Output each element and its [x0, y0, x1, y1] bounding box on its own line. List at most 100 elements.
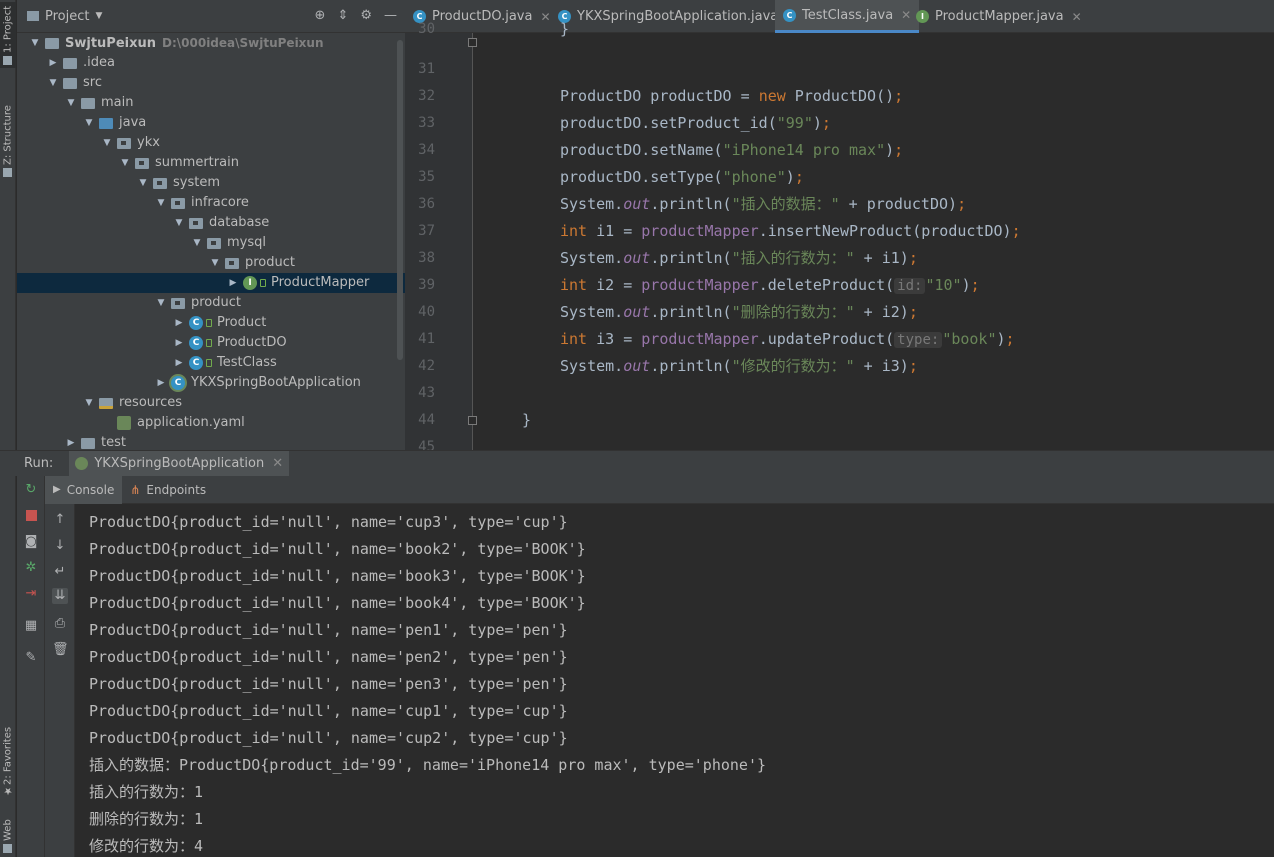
close-icon[interactable]: ✕	[272, 456, 283, 471]
console-output[interactable]: ProductDO{product_id='null', name='cup3'…	[75, 504, 1274, 857]
expanded-arrow-icon[interactable]: ▼	[120, 153, 130, 173]
tree-row[interactable]: ▼ summertrain	[17, 153, 405, 173]
tree-row[interactable]: ▶ .idea	[17, 53, 405, 73]
project-view-selector[interactable]: Project ▼	[17, 9, 102, 24]
run-config-tab[interactable]: YKXSpringBootApplication ✕	[69, 450, 290, 477]
expanded-arrow-icon[interactable]: ▼	[48, 73, 58, 93]
code-line: }	[522, 407, 531, 434]
lock-icon	[260, 279, 266, 287]
tree-row[interactable]: ▼ product	[17, 253, 405, 273]
tab-favorites[interactable]: ★ 2: Favorites	[0, 712, 16, 796]
run-config-name: YKXSpringBootApplication	[94, 456, 265, 471]
code-token: ;	[1011, 222, 1021, 240]
collapsed-arrow-icon[interactable]: ▶	[174, 353, 184, 373]
code-token: out	[623, 195, 651, 213]
expanded-arrow-icon[interactable]: ▼	[84, 393, 94, 413]
code-token: )	[812, 114, 822, 132]
code-token: "修改的行数为："	[731, 357, 855, 375]
arrow-down-icon[interactable]: ↓	[52, 538, 68, 554]
code-line: System.out.println("修改的行数为：" + i3);	[560, 353, 918, 380]
tree-item-label: application.yaml	[137, 415, 245, 430]
tree-row[interactable]: ▼ infracore	[17, 193, 405, 213]
tab-project[interactable]: 1: Project	[0, 2, 16, 68]
arrow-up-icon[interactable]: ↑	[52, 512, 68, 528]
chevron-down-icon: ▼	[95, 11, 103, 21]
tree-row[interactable]: ▼ java	[17, 113, 405, 133]
scroll-to-end-icon[interactable]: ⇊	[52, 588, 68, 604]
exit-icon[interactable]: ⇥	[23, 586, 39, 602]
expanded-arrow-icon[interactable]: ▼	[138, 173, 148, 193]
tab-structure[interactable]: Z: Structure	[0, 96, 16, 180]
tree-row[interactable]: ▼ mysql	[17, 233, 405, 253]
code-token: ;	[970, 276, 980, 294]
expanded-arrow-icon[interactable]: ▼	[156, 193, 166, 213]
code-token: System.	[560, 357, 624, 375]
expanded-arrow-icon[interactable]: ▼	[30, 33, 40, 53]
expanded-arrow-icon[interactable]: ▼	[210, 253, 220, 273]
code-area[interactable]: } ProductDO productDO = new ProductDO(); p…	[405, 0, 1274, 450]
stop-icon[interactable]	[23, 508, 39, 524]
collapsed-arrow-icon[interactable]: ▶	[228, 273, 238, 293]
tree-row[interactable]: ▼ system	[17, 173, 405, 193]
code-token: .println(	[650, 303, 732, 321]
collapsed-arrow-icon[interactable]: ▶	[174, 313, 184, 333]
tree-row[interactable]: ▶ C ProductDO	[17, 333, 405, 353]
expanded-arrow-icon[interactable]: ▼	[66, 93, 76, 113]
pin-icon[interactable]: ✎	[23, 650, 39, 666]
collapsed-arrow-icon[interactable]: ▶	[48, 53, 58, 73]
tree-row[interactable]: ▶ C TestClass	[17, 353, 405, 373]
code-token: + i2)	[854, 303, 909, 321]
tree-row[interactable]: ▶ C Product	[17, 313, 405, 333]
package-icon	[117, 138, 131, 149]
tab-console[interactable]: ▶ Console	[45, 475, 123, 504]
project-scrollbar[interactable]	[397, 40, 403, 360]
collapse-all-icon[interactable]: ⇕	[337, 8, 348, 23]
tree-row[interactable]: ▼ ykx	[17, 133, 405, 153]
console-line: ProductDO{product_id='null', name='pen3'…	[89, 675, 568, 693]
tree-item-label: ProductMapper	[271, 275, 370, 290]
tree-row[interactable]: ▼ main	[17, 93, 405, 113]
tree-item-label: YKXSpringBootApplication	[191, 375, 361, 390]
tab-endpoints[interactable]: ⋔ Endpoints	[122, 476, 214, 504]
tree-row[interactable]: ▼ SwjtuPeixun D:\000idea\SwjtuPeixun	[17, 33, 405, 53]
tab-project-label: 1: Project	[2, 5, 14, 53]
soft-wrap-icon[interactable]: ↵	[52, 564, 68, 580]
restart-icon[interactable]: ✲	[23, 560, 39, 576]
code-token: out	[623, 303, 651, 321]
locate-icon[interactable]: ⊕	[315, 8, 326, 23]
tree-row[interactable]: ▼ product	[17, 293, 405, 313]
expanded-arrow-icon[interactable]: ▼	[174, 213, 184, 233]
tree-item-label: product	[245, 255, 296, 270]
collapsed-arrow-icon[interactable]: ▶	[174, 333, 184, 353]
layout-icon[interactable]: ▦	[23, 618, 39, 634]
tree-row[interactable]: ▼ src	[17, 73, 405, 93]
collapsed-arrow-icon[interactable]: ▶	[66, 433, 76, 450]
code-token: ;	[794, 168, 804, 186]
tree-row[interactable]: ▶ I ProductMapper	[17, 273, 405, 293]
console-line: ProductDO{product_id='null', name='cup3'…	[89, 513, 568, 531]
expanded-arrow-icon[interactable]: ▼	[84, 113, 94, 133]
console-line: 删除的行数为：1	[89, 810, 204, 828]
tree-row[interactable]: ▼ database	[17, 213, 405, 233]
expanded-arrow-icon[interactable]: ▼	[102, 133, 112, 153]
code-token: "99"	[776, 114, 813, 132]
expanded-arrow-icon[interactable]: ▼	[192, 233, 202, 253]
package-icon	[171, 198, 185, 209]
hide-icon[interactable]: —	[384, 8, 397, 23]
tree-row[interactable]: ▶ C YKXSpringBootApplication	[17, 373, 405, 393]
folder-icon	[63, 78, 77, 89]
print-icon[interactable]: ⎙	[52, 616, 68, 632]
tree-row[interactable]: ▶ test	[17, 433, 405, 450]
trash-icon[interactable]: 🗑	[52, 642, 69, 658]
rerun-icon[interactable]: ↻	[23, 482, 39, 498]
collapsed-arrow-icon[interactable]: ▶	[156, 373, 166, 393]
code-token: int	[560, 276, 588, 294]
gear-icon[interactable]: ⚙	[360, 8, 372, 23]
expanded-arrow-icon[interactable]: ▼	[156, 293, 166, 313]
tree-row[interactable]: application.yaml	[17, 413, 405, 433]
code-line: productDO.setType("phone");	[560, 164, 804, 191]
tree-row[interactable]: ▼ resources	[17, 393, 405, 413]
camera-icon[interactable]: ◙	[23, 534, 39, 550]
code-token: ProductDO()	[785, 87, 895, 105]
tab-web[interactable]: Web	[0, 812, 16, 856]
